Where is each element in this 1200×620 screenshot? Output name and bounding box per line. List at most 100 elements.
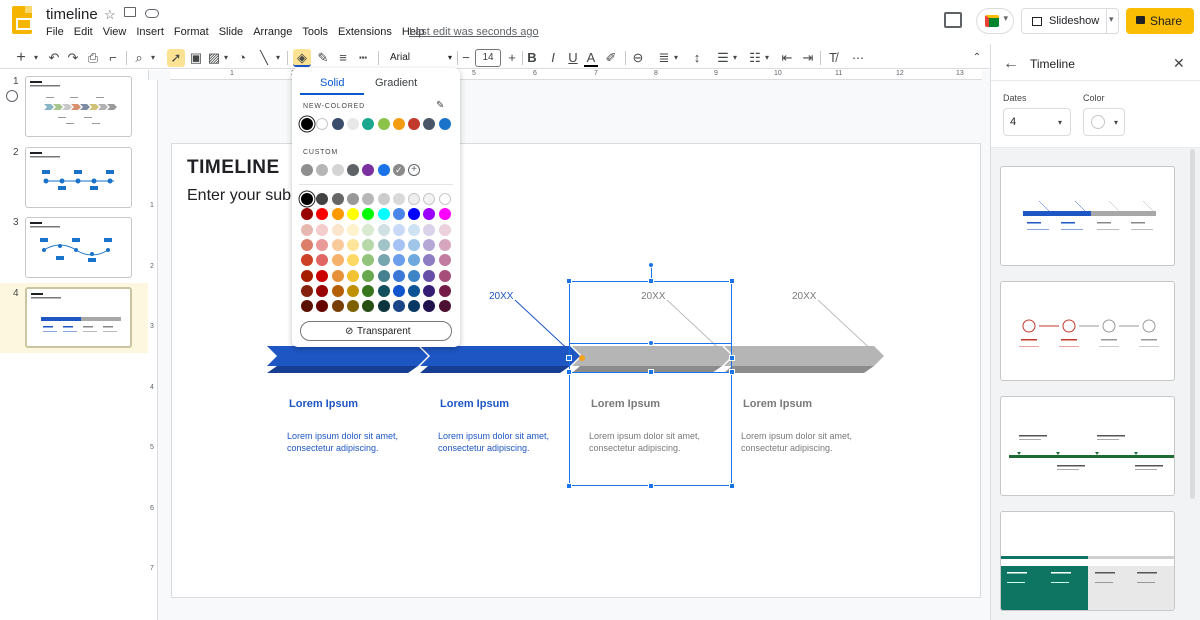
palette-color-swatch[interactable] bbox=[392, 300, 405, 313]
palette-color-swatch[interactable] bbox=[392, 238, 405, 251]
palette-color-swatch[interactable] bbox=[362, 223, 375, 236]
tab-gradient[interactable]: Gradient bbox=[375, 77, 417, 89]
palette-color-swatch[interactable] bbox=[438, 300, 451, 313]
custom-color-swatch[interactable] bbox=[316, 164, 329, 176]
resize-handle[interactable] bbox=[729, 369, 735, 375]
palette-color-swatch[interactable] bbox=[392, 269, 405, 282]
palette-color-swatch[interactable] bbox=[301, 254, 313, 267]
palette-color-swatch[interactable] bbox=[316, 300, 329, 313]
palette-color-swatch[interactable] bbox=[346, 223, 359, 236]
palette-color-swatch[interactable] bbox=[377, 269, 390, 282]
palette-color-swatch[interactable] bbox=[316, 284, 329, 297]
transparent-button[interactable]: ⊘ Transparent bbox=[300, 321, 452, 341]
palette-color-swatch[interactable] bbox=[377, 193, 390, 205]
palette-color-swatch[interactable] bbox=[316, 193, 329, 205]
palette-color-swatch[interactable] bbox=[362, 284, 375, 297]
resize-handle[interactable] bbox=[566, 278, 572, 284]
palette-color-swatch[interactable] bbox=[423, 193, 436, 205]
palette-color-swatch[interactable] bbox=[316, 238, 329, 251]
palette-color-swatch[interactable] bbox=[377, 238, 390, 251]
custom-color-swatch[interactable] bbox=[362, 164, 375, 176]
palette-color-swatch[interactable] bbox=[438, 193, 451, 205]
timeline-item-body[interactable]: Lorem ipsum dolor sit amet, consectetur … bbox=[438, 430, 568, 454]
back-arrow-icon[interactable]: ← bbox=[1003, 55, 1019, 73]
palette-color-swatch[interactable] bbox=[346, 238, 359, 251]
palette-color-swatch[interactable] bbox=[301, 284, 313, 297]
theme-color-swatch[interactable] bbox=[438, 118, 451, 130]
palette-color-swatch[interactable] bbox=[423, 300, 436, 313]
timeline-item-heading[interactable]: Lorem Ipsum bbox=[591, 398, 660, 410]
theme-color-swatch[interactable] bbox=[331, 118, 344, 130]
palette-color-swatch[interactable] bbox=[408, 269, 421, 282]
resize-handle[interactable] bbox=[648, 483, 654, 489]
template-card[interactable] bbox=[1000, 511, 1175, 611]
timeline-item-heading[interactable]: Lorem Ipsum bbox=[743, 398, 812, 410]
timeline-arrow-blue[interactable] bbox=[267, 346, 580, 373]
palette-color-swatch[interactable] bbox=[423, 208, 436, 221]
theme-color-swatch[interactable] bbox=[408, 118, 421, 130]
rotate-handle[interactable] bbox=[648, 262, 654, 268]
add-custom-color-icon[interactable]: + bbox=[408, 164, 420, 176]
palette-color-swatch[interactable] bbox=[392, 208, 405, 221]
palette-color-swatch[interactable] bbox=[331, 254, 344, 267]
palette-color-swatch[interactable] bbox=[362, 193, 375, 205]
palette-color-swatch[interactable] bbox=[331, 223, 344, 236]
palette-color-swatch[interactable] bbox=[346, 254, 359, 267]
tab-solid[interactable]: Solid bbox=[320, 77, 344, 89]
palette-color-swatch[interactable] bbox=[301, 223, 313, 236]
theme-color-swatch[interactable] bbox=[423, 118, 436, 130]
palette-color-swatch[interactable] bbox=[362, 300, 375, 313]
palette-color-swatch[interactable] bbox=[346, 284, 359, 297]
palette-color-swatch[interactable] bbox=[301, 238, 313, 251]
timeline-date[interactable]: 20XX bbox=[489, 291, 513, 302]
palette-color-swatch[interactable] bbox=[346, 300, 359, 313]
palette-color-swatch[interactable] bbox=[316, 208, 329, 221]
custom-color-swatch[interactable] bbox=[331, 164, 344, 176]
palette-color-swatch[interactable] bbox=[301, 208, 313, 221]
theme-color-swatch[interactable] bbox=[301, 118, 313, 130]
palette-color-swatch[interactable] bbox=[408, 208, 421, 221]
palette-color-swatch[interactable] bbox=[377, 223, 390, 236]
palette-color-swatch[interactable] bbox=[301, 300, 313, 313]
timeline-date[interactable]: 20XX bbox=[641, 291, 665, 302]
palette-color-swatch[interactable] bbox=[362, 238, 375, 251]
theme-color-swatch[interactable] bbox=[346, 118, 359, 130]
timeline-date[interactable]: 20XX bbox=[792, 291, 816, 302]
close-icon[interactable]: ✕ bbox=[1173, 55, 1185, 72]
theme-color-swatch[interactable] bbox=[377, 118, 390, 130]
palette-color-swatch[interactable] bbox=[316, 269, 329, 282]
palette-color-swatch[interactable] bbox=[408, 223, 421, 236]
palette-color-swatch[interactable] bbox=[438, 208, 451, 221]
resize-handle[interactable] bbox=[729, 355, 735, 361]
palette-color-swatch[interactable] bbox=[346, 208, 359, 221]
palette-color-swatch[interactable] bbox=[346, 269, 359, 282]
palette-color-swatch[interactable] bbox=[377, 208, 390, 221]
timeline-item-body[interactable]: Lorem ipsum dolor sit amet, consectetur … bbox=[741, 430, 871, 454]
palette-color-swatch[interactable] bbox=[301, 269, 313, 282]
template-card[interactable] bbox=[1000, 281, 1175, 381]
custom-color-swatch[interactable] bbox=[377, 164, 390, 176]
edit-theme-icon[interactable]: ✎ bbox=[436, 100, 444, 111]
palette-color-swatch[interactable] bbox=[423, 254, 436, 267]
palette-color-swatch[interactable] bbox=[362, 208, 375, 221]
palette-color-swatch[interactable] bbox=[408, 193, 421, 205]
timeline-item-body[interactable]: Lorem ipsum dolor sit amet, consectetur … bbox=[287, 430, 417, 454]
resize-handle[interactable] bbox=[648, 278, 654, 284]
resize-handle[interactable] bbox=[566, 369, 572, 375]
palette-color-swatch[interactable] bbox=[423, 223, 436, 236]
palette-color-swatch[interactable] bbox=[377, 254, 390, 267]
palette-color-swatch[interactable] bbox=[346, 193, 359, 205]
palette-color-swatch[interactable] bbox=[408, 284, 421, 297]
theme-color-swatch[interactable] bbox=[392, 118, 405, 130]
palette-color-swatch[interactable] bbox=[331, 193, 344, 205]
color-dropdown[interactable]: ▾ bbox=[1083, 108, 1125, 136]
palette-color-swatch[interactable] bbox=[301, 193, 313, 205]
resize-handle[interactable] bbox=[648, 369, 654, 375]
palette-color-swatch[interactable] bbox=[331, 238, 344, 251]
palette-color-swatch[interactable] bbox=[408, 254, 421, 267]
timeline-item-heading[interactable]: Lorem Ipsum bbox=[289, 398, 358, 410]
theme-color-swatch[interactable] bbox=[316, 118, 329, 130]
custom-color-swatch[interactable] bbox=[301, 164, 313, 176]
palette-color-swatch[interactable] bbox=[316, 223, 329, 236]
rotate-handle[interactable] bbox=[648, 340, 654, 346]
